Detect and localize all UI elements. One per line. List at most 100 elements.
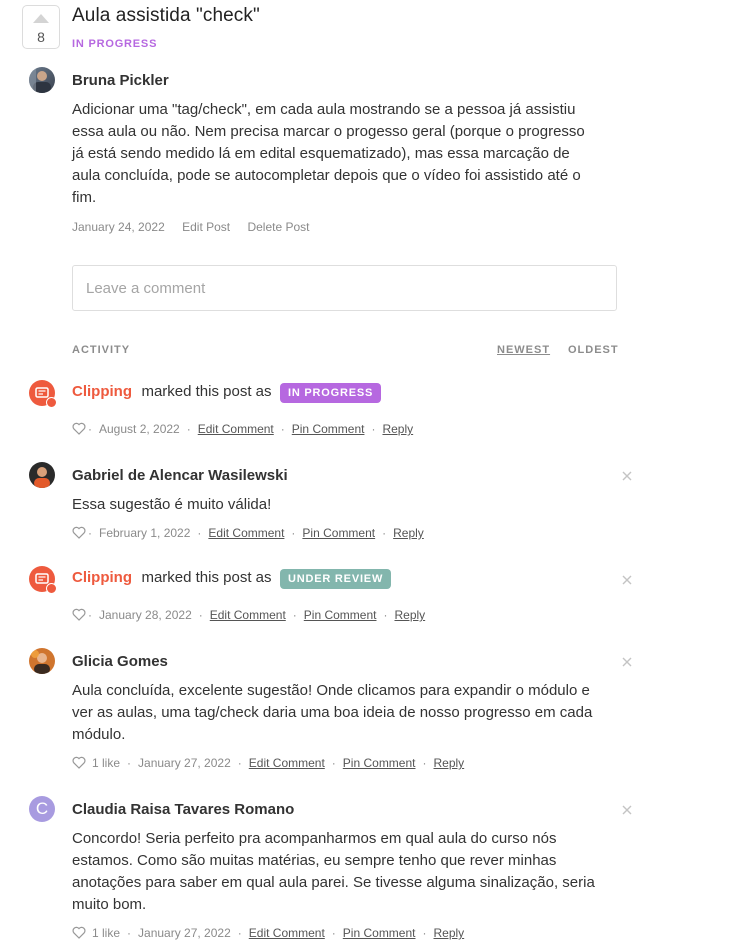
item-actions: · February 1, 2022 · Edit Comment · Pin Comme… — [72, 526, 424, 542]
post-date: January 24, 2022 — [72, 220, 165, 234]
item-date: January 27, 2022 — [138, 756, 231, 770]
delete-post-link[interactable]: Delete Post — [247, 220, 309, 234]
separator: · — [88, 422, 92, 436]
photo-avatar-icon — [31, 650, 50, 674]
admin-badge-icon — [46, 397, 57, 408]
pin-comment-link[interactable]: Pin Comment — [343, 926, 416, 940]
reply-link[interactable]: Reply — [394, 608, 425, 622]
separator: · — [280, 422, 285, 436]
comment-body-line: Aula concluída, excelente sugestão! Onde… — [72, 682, 590, 699]
clipping-avatar — [29, 566, 57, 594]
delete-comment-close-icon[interactable] — [621, 804, 633, 816]
comment-author: Glicia Gomes — [72, 653, 168, 670]
upvote-button[interactable]: 8 — [22, 5, 60, 49]
comment-author: Gabriel de Alencar Wasilewski — [72, 467, 288, 484]
separator: · — [422, 756, 427, 770]
post-body: Adicionar uma "tag/check", em cada aula … — [72, 99, 632, 209]
edit-comment-link[interactable]: Edit Comment — [249, 756, 325, 770]
separator: · — [422, 926, 427, 940]
comment-body-line: Essa sugestão é muito válida! — [72, 496, 272, 513]
reply-link[interactable]: Reply — [393, 526, 424, 540]
activity-label: ACTIVITY — [72, 344, 131, 356]
pin-comment-link[interactable]: Pin Comment — [304, 608, 377, 622]
edit-post-link[interactable]: Edit Post — [182, 220, 230, 234]
sort-newest-button[interactable]: NEWEST — [497, 344, 550, 356]
pin-comment-link[interactable]: Pin Comment — [292, 422, 365, 436]
separator: · — [88, 526, 92, 540]
vote-count: 8 — [37, 29, 45, 45]
separator: · — [237, 756, 242, 770]
delete-comment-close-icon[interactable] — [621, 574, 633, 586]
item-actions: 1 like · January 27, 2022 · Edit Comment · Pin… — [72, 756, 464, 772]
marked-text: marked this post as — [141, 383, 272, 400]
like-heart-icon[interactable] — [72, 756, 86, 772]
separator: · — [292, 608, 297, 622]
comment-body-line: estamos. Como são muitas matérias, eu se… — [72, 852, 557, 869]
separator: · — [197, 526, 202, 540]
commenter-avatar — [29, 648, 55, 674]
reply-link[interactable]: Reply — [434, 756, 465, 770]
edit-comment-link[interactable]: Edit Comment — [208, 526, 284, 540]
author-avatar — [29, 67, 55, 93]
edit-comment-link[interactable]: Edit Comment — [249, 926, 325, 940]
post-body-line: essa aula ou não. Nem precisa marcar o p… — [72, 123, 585, 140]
separator: · — [383, 608, 388, 622]
item-actions: · August 2, 2022 · Edit Comment · Pin Comment… — [72, 422, 413, 438]
post-body-line: fim. — [72, 189, 97, 206]
sort-oldest-button[interactable]: OLDEST — [568, 344, 619, 356]
comment-body: Aula concluída, excelente sugestão! Onde… — [72, 680, 632, 746]
separator: · — [127, 926, 132, 940]
post-status: IN PROGRESS — [72, 38, 158, 50]
item-date: January 28, 2022 — [99, 608, 192, 622]
item-actions: · January 28, 2022 · Edit Comment · Pin Comme… — [72, 608, 425, 624]
comment-body: Concordo! Seria perfeito pra acompanharm… — [72, 828, 632, 916]
status-badge: UNDER REVIEW — [279, 569, 392, 589]
delete-comment-close-icon[interactable] — [621, 656, 633, 668]
comment-body-line: módulo. — [72, 726, 126, 743]
status-badge: IN PROGRESS — [279, 383, 382, 403]
comment-box[interactable] — [72, 265, 617, 311]
separator: · — [186, 422, 191, 436]
post-title: Aula assistida "check" — [72, 5, 260, 26]
pin-comment-link[interactable]: Pin Comment — [302, 526, 375, 540]
admin-badge-icon — [46, 583, 57, 594]
upvote-arrow-icon — [33, 14, 49, 23]
like-count: 1 like — [92, 756, 121, 770]
separator: · — [127, 756, 132, 770]
edit-comment-link[interactable]: Edit Comment — [210, 608, 286, 622]
delete-comment-close-icon[interactable] — [621, 470, 633, 482]
item-actions: 1 like · January 27, 2022 · Edit Comment · Pin… — [72, 926, 464, 942]
post-author: Bruna Pickler — [72, 72, 169, 89]
comment-body-line: muito bom. — [72, 896, 147, 913]
reply-link[interactable]: Reply — [434, 926, 465, 940]
like-heart-icon[interactable] — [72, 422, 86, 438]
pin-comment-link[interactable]: Pin Comment — [343, 756, 416, 770]
comment-body-line: Concordo! Seria perfeito pra acompanharm… — [72, 830, 557, 847]
separator: · — [371, 422, 376, 436]
status-author[interactable]: Clipping — [72, 383, 132, 400]
separator: · — [382, 526, 387, 540]
photo-avatar-icon — [29, 67, 51, 93]
separator: · — [88, 608, 92, 622]
post-body-line: aula concluída, pode se autocompletar de… — [72, 167, 581, 184]
status-change-row: Clipping marked this post as IN PROGRESS — [72, 383, 382, 403]
post-body-line: já está sendo medido lá em edital esquem… — [72, 145, 570, 162]
like-heart-icon[interactable] — [72, 526, 86, 542]
separator: · — [198, 608, 203, 622]
item-date: August 2, 2022 — [99, 422, 180, 436]
item-date: February 1, 2022 — [99, 526, 191, 540]
comment-author: Claudia Raisa Tavares Romano — [72, 801, 295, 818]
like-count: 1 like — [92, 926, 121, 940]
reply-link[interactable]: Reply — [382, 422, 413, 436]
separator: · — [331, 926, 336, 940]
like-heart-icon[interactable] — [72, 926, 86, 942]
edit-comment-link[interactable]: Edit Comment — [198, 422, 274, 436]
like-heart-icon[interactable] — [72, 608, 86, 624]
item-date: January 27, 2022 — [138, 926, 231, 940]
separator: · — [331, 756, 336, 770]
comment-input[interactable] — [73, 266, 616, 310]
marked-text: marked this post as — [141, 569, 272, 586]
post-body-line: Adicionar uma "tag/check", em cada aula … — [72, 101, 576, 118]
status-author[interactable]: Clipping — [72, 569, 132, 586]
separator: · — [237, 926, 242, 940]
